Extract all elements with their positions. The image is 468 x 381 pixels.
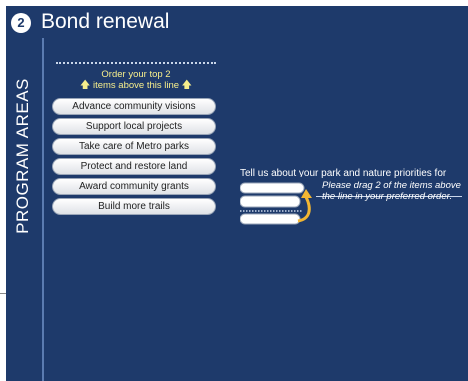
edge-line [0, 293, 6, 294]
step-number-badge: 2 [11, 13, 31, 33]
up-arrow-icon: 🡅 [181, 80, 192, 91]
rank-item[interactable]: Build more trails [52, 198, 216, 215]
rank-item[interactable]: Advance community visions [52, 98, 216, 115]
rank-item[interactable]: Award community grants [52, 178, 216, 195]
instruction-line-1: Order your top 2 [101, 69, 171, 80]
rank-item[interactable]: Protect and restore land [52, 158, 216, 175]
rank-item[interactable]: Support local projects [52, 118, 216, 135]
rank-list: Advance community visions Support local … [52, 98, 216, 218]
instruction-line-2: 🡅 items above this line 🡅 [56, 80, 216, 91]
instruction-line-2-text: items above this line [92, 80, 180, 91]
sidebar-label: PROGRAM AREAS [13, 78, 32, 234]
page: 2 Bond renewal PROGRAM AREAS Order your … [0, 0, 468, 381]
up-arrow-icon: 🡅 [80, 80, 91, 91]
ranking-instruction: Order your top 2 🡅 items above this line… [56, 69, 216, 91]
drag-hint-illustration-icon [240, 177, 316, 225]
drag-hint-text: Please drag 2 of the items above the lin… [322, 180, 461, 202]
rank-item[interactable]: Take care of Metro parks [52, 138, 216, 155]
ranking-cutoff-line [56, 62, 216, 64]
page-title: Bond renewal [41, 10, 170, 33]
